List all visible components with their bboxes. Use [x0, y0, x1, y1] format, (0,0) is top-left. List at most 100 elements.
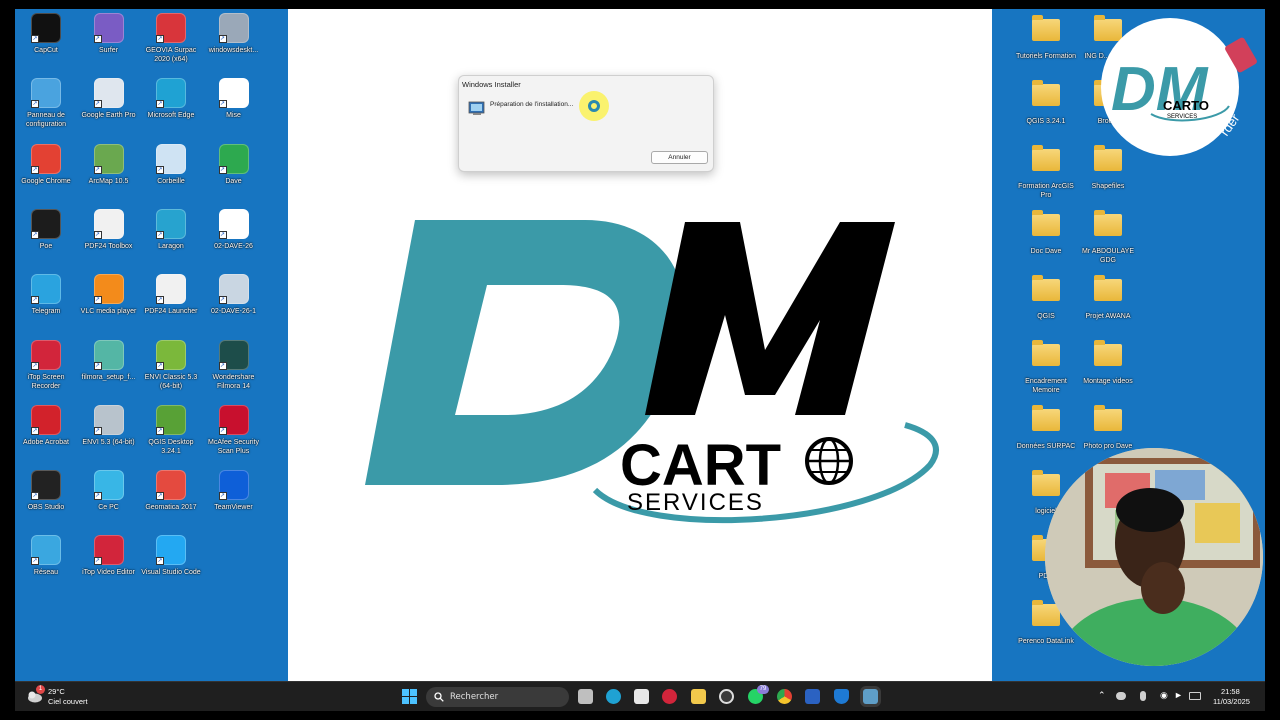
- desktop-folder[interactable]: Photo pro Dave: [1076, 405, 1140, 451]
- desktop-folder[interactable]: Projet AWANA: [1076, 275, 1140, 321]
- defender-taskbar-icon[interactable]: [834, 689, 849, 704]
- screen-recorder-taskbar-icon[interactable]: [719, 689, 734, 704]
- desktop-icon[interactable]: ↗ Google Chrome: [14, 143, 78, 186]
- desktop-folder[interactable]: QGIS 3.24.1: [1014, 80, 1078, 126]
- desktop-icon[interactable]: ↗ iTop Screen Recorder: [14, 339, 78, 391]
- desktop-icon-label: QGIS Desktop 3.24.1: [148, 438, 194, 455]
- wifi-icon[interactable]: ◉: [1160, 690, 1168, 701]
- desktop-folder[interactable]: Tutoriels Formation: [1014, 15, 1078, 61]
- desktop-icon[interactable]: ↗ GEOVIA Surpac 2020 (x64): [139, 13, 203, 64]
- desktop-folder[interactable]: Doc Dave: [1014, 210, 1078, 256]
- weather-description[interactable]: Ciel couvert: [48, 697, 88, 706]
- desktop-icon[interactable]: ↗ iTop Video Editor: [77, 535, 141, 577]
- windows-start-icon[interactable]: [402, 689, 417, 704]
- folder-icon: [1031, 210, 1061, 244]
- desktop-icon[interactable]: ↗ CapCut: [14, 13, 78, 55]
- file-explorer-taskbar-icon[interactable]: [691, 689, 706, 704]
- clock-time[interactable]: 21:58: [1221, 687, 1240, 696]
- desktop-icon[interactable]: ↗ Réseau: [14, 535, 78, 577]
- desktop-icon[interactable]: ↗ Laragon: [139, 208, 203, 251]
- desktop-icon[interactable]: ↗ 02-DAVE-26: [202, 208, 266, 251]
- desktop-icon[interactable]: ↗ Telegram: [14, 274, 78, 316]
- weather-temperature[interactable]: 29°C: [48, 687, 65, 696]
- arcmap-icon: ↗: [93, 143, 124, 174]
- battery-icon[interactable]: [1189, 692, 1201, 700]
- taskbar-search[interactable]: Rechercher: [426, 687, 569, 707]
- chrome-icon: ↗: [218, 143, 249, 174]
- folder-icon: [1031, 275, 1061, 309]
- desktop-icon[interactable]: ↗ 02-DAVE-26-1: [202, 274, 266, 316]
- desktop-icon[interactable]: ↗ TeamViewer: [202, 470, 266, 512]
- folder-icon: [1031, 145, 1061, 179]
- desktop-icon[interactable]: ↗ Panneau de configuration: [14, 78, 78, 129]
- shortcut-arrow-icon: ↗: [31, 100, 39, 109]
- desktop-icon[interactable]: ↗ Wondershare Filmora 14: [202, 339, 266, 391]
- desktop-icon[interactable]: ↗ Ce PC: [77, 470, 141, 512]
- telegram-icon: ↗: [31, 274, 61, 305]
- desktop-icon[interactable]: ↗ Geomatica 2017: [139, 470, 203, 512]
- shortcut-arrow-icon: ↗: [156, 100, 164, 109]
- desktop-icon[interactable]: ↗ Dave: [202, 143, 266, 186]
- folder-icon: [1031, 470, 1061, 504]
- chrome-taskbar-icon[interactable]: [777, 689, 792, 704]
- desktop-icon[interactable]: ↗ filmora_setup_f...: [77, 339, 141, 382]
- desktop-folder[interactable]: Montage videos: [1076, 340, 1140, 386]
- itop-recorder-taskbar-icon[interactable]: [662, 689, 677, 704]
- desktop-icon[interactable]: ↗ Visual Studio Code: [139, 535, 203, 577]
- cancel-button[interactable]: Annuler: [651, 151, 708, 164]
- desktop-icon[interactable]: ↗ Corbeille: [139, 143, 203, 186]
- desktop-icon[interactable]: ↗ PDF24 Toolbox: [77, 208, 141, 251]
- volume-icon[interactable]: ►: [1174, 690, 1183, 700]
- desktop-icon[interactable]: ↗ OBS Studio: [14, 470, 78, 512]
- desktop-icon[interactable]: ↗ QGIS Desktop 3.24.1: [139, 404, 203, 456]
- store-taskbar-icon[interactable]: [634, 689, 649, 704]
- desktop-icon[interactable]: ↗ VLC media player: [77, 274, 141, 316]
- folder-icon: [1031, 80, 1061, 114]
- desktop-icon[interactable]: ↗ Google Earth Pro: [77, 78, 141, 120]
- microphone-icon[interactable]: [1140, 691, 1146, 701]
- recycle-bin-icon: ↗: [156, 143, 186, 174]
- google-earth-icon: ↗: [93, 78, 124, 109]
- geovia-surpac-icon: ↗: [156, 13, 186, 43]
- shortcut-arrow-icon: ↗: [218, 492, 227, 501]
- desktop-icon[interactable]: ↗ ArcMap 10.5: [77, 143, 141, 186]
- desktop-folder[interactable]: QGIS: [1014, 275, 1078, 321]
- desktop-icon[interactable]: ↗ PDF24 Launcher: [139, 274, 203, 316]
- badge-ribbon-text: rder: [1217, 111, 1243, 139]
- task-view-icon[interactable]: [578, 689, 593, 704]
- desktop-folder[interactable]: Formation ArcGIS Pro: [1014, 145, 1078, 200]
- installer-taskbar-icon[interactable]: [863, 689, 878, 704]
- logo-services-text: SERVICES: [627, 489, 764, 516]
- desktop-icon[interactable]: ↗ McAfee Security Scan Plus: [202, 404, 266, 456]
- desktop-icon[interactable]: ↗ Surfer: [77, 13, 141, 55]
- edge-taskbar-icon[interactable]: [606, 689, 621, 704]
- desktop-icon[interactable]: ↗ Microsoft Edge: [139, 78, 203, 120]
- screen: ↗ CapCut ↗ Surfer ↗ GEOVIA Surpac 2020 (x64) ↗…: [0, 0, 1280, 720]
- desktop-icon-label: TeamViewer: [214, 504, 253, 512]
- show-hidden-icons-chevron-icon[interactable]: ⌃: [1098, 690, 1106, 701]
- desktop-icon-label: CapCut: [34, 47, 58, 54]
- search-icon: [434, 692, 444, 702]
- teamviewer-icon: ↗: [218, 470, 249, 501]
- desktop-icon[interactable]: ↗ ENVI Classic 5.3 (64-bit): [139, 339, 203, 391]
- desktop-icon-label: Dave: [225, 177, 242, 185]
- word-taskbar-icon[interactable]: [805, 689, 820, 704]
- desktop-icon[interactable]: ↗ Poe: [14, 208, 78, 251]
- itop-recorder-icon: ↗: [31, 339, 61, 370]
- desktop-folder-label: Perenco DataLink: [1018, 638, 1074, 645]
- desktop-icon[interactable]: ↗ windowsdeskt...: [202, 13, 266, 55]
- onedrive-icon[interactable]: [1116, 692, 1126, 700]
- shortcut-arrow-icon: ↗: [93, 557, 102, 566]
- desktop-icon-label: VLC media player: [80, 308, 137, 316]
- desktop-folder[interactable]: Données SURPAC: [1014, 405, 1078, 451]
- desktop-icon[interactable]: ↗ ENVI 5.3 (64-bit): [77, 404, 141, 447]
- desktop-icon-label: Poe: [39, 242, 53, 250]
- clock-date[interactable]: 11/03/2025: [1213, 697, 1250, 706]
- filmora-icon: ↗: [218, 339, 249, 370]
- desktop-icon[interactable]: ↗ Mise: [202, 78, 266, 120]
- desktop-folder[interactable]: Mr ABDOULAYE GDG: [1076, 210, 1140, 265]
- desktop-icon-label: Surfer: [98, 47, 119, 54]
- desktop-folder[interactable]: Encadrement Memoire: [1014, 340, 1078, 395]
- desktop-icon-label: iTop Video Editor: [82, 569, 135, 577]
- desktop-icon[interactable]: ↗ Adobe Acrobat: [14, 404, 78, 447]
